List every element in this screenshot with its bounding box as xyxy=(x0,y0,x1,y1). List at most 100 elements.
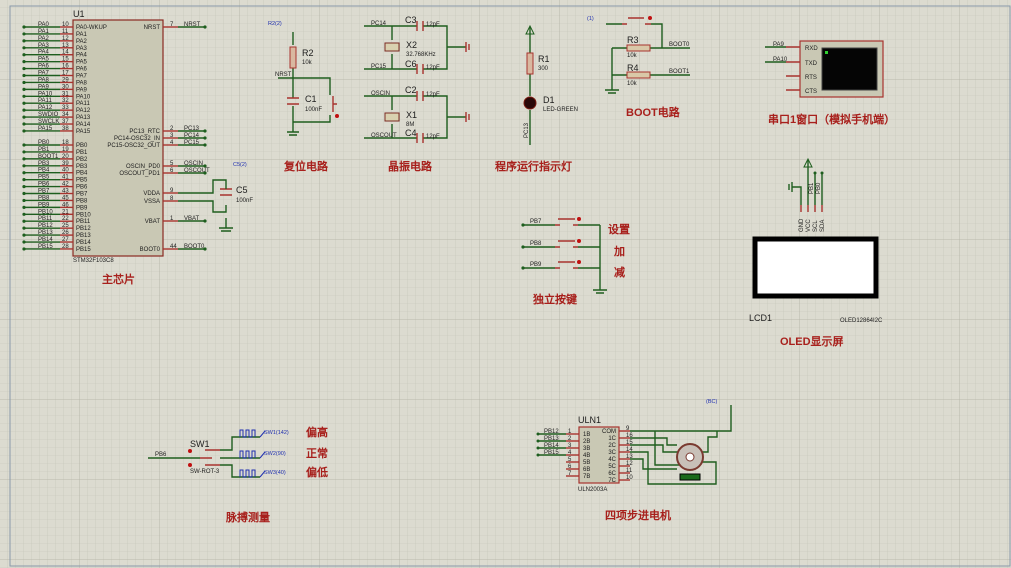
pin-number: 20 xyxy=(62,154,69,160)
lcd1-ref: LCD1 xyxy=(749,313,772,323)
pin-terminal[interactable] xyxy=(22,122,26,126)
pin-terminal[interactable] xyxy=(22,94,26,98)
oscin-net: OSCIN xyxy=(371,91,390,97)
pin-terminal[interactable] xyxy=(22,66,26,71)
pin-terminal[interactable] xyxy=(22,60,26,64)
pulse-level-label: 正常 xyxy=(306,446,328,460)
pin-terminal[interactable] xyxy=(22,32,26,36)
pin-terminal[interactable] xyxy=(22,198,26,203)
pin-terminal[interactable] xyxy=(22,115,26,119)
pc14-net: PC14 xyxy=(371,21,387,27)
pin-name: 6C xyxy=(608,471,616,477)
net-label: PA15 xyxy=(38,126,53,132)
pin-name: PA3 xyxy=(76,46,88,52)
pin-terminal[interactable] xyxy=(22,164,26,168)
pin-number: 16 xyxy=(62,64,69,70)
pin-name: PC15-OSC32_OUT xyxy=(107,143,160,149)
pin-terminal[interactable] xyxy=(22,247,26,251)
c4-ref: C4 xyxy=(405,128,417,138)
pin-name: 2B xyxy=(583,439,590,445)
pin-terminal[interactable] xyxy=(22,101,26,105)
pin-terminal[interactable] xyxy=(22,143,26,147)
net-label: PB3 xyxy=(38,161,50,167)
pin-name: 1B xyxy=(583,432,590,438)
pin-terminal[interactable] xyxy=(22,226,26,230)
pin-name: PB0 xyxy=(76,143,88,149)
rxd-pin: RXD xyxy=(805,46,818,52)
pin-number: 21 xyxy=(62,209,69,215)
pin-number: 22 xyxy=(62,216,69,222)
net-label: PB10 xyxy=(38,209,53,215)
title-keys: 独立按键 xyxy=(532,292,578,306)
pin-number: 14 xyxy=(62,50,69,56)
key-net: PB7 xyxy=(530,219,542,225)
r1-value: 300 xyxy=(538,66,549,72)
chip-part: STM32F103C8 xyxy=(73,258,114,264)
pin-terminal[interactable] xyxy=(22,39,26,43)
pin-terminal[interactable] xyxy=(203,129,207,133)
key-terminal xyxy=(521,223,525,227)
pin-terminal[interactable] xyxy=(22,212,26,216)
pin-number: 31 xyxy=(62,91,69,97)
net-label: PB11 xyxy=(38,216,53,222)
pin-terminal[interactable] xyxy=(22,219,26,223)
pin-terminal[interactable] xyxy=(22,129,26,133)
schematic-canvas[interactable]: U1 STM32F103C8 PA0 10 PA0-WKUPPA1 11 PA1PA2 1… xyxy=(0,0,1011,568)
pa9-net: PA9 xyxy=(773,42,785,48)
net-label: PA8 xyxy=(38,77,50,83)
pin-name: PB8 xyxy=(76,198,88,204)
net-label: SWCLK xyxy=(38,119,59,125)
pin-name: PA1 xyxy=(76,32,88,38)
pin-name: PC14-OSC32_IN xyxy=(114,136,160,142)
key-indicator xyxy=(577,239,581,243)
pin-number: 42 xyxy=(62,182,69,188)
pin-terminal[interactable] xyxy=(22,171,26,175)
pin-terminal[interactable] xyxy=(22,53,26,57)
chip-ref: U1 xyxy=(73,9,85,19)
net-label: PB0 xyxy=(38,140,50,146)
pin-terminal[interactable] xyxy=(22,25,26,29)
pin-terminal xyxy=(536,453,540,457)
pin-terminal[interactable] xyxy=(22,46,26,50)
pin-terminal[interactable] xyxy=(22,87,26,91)
pin-terminal[interactable] xyxy=(203,143,207,147)
pin-terminal[interactable] xyxy=(22,108,26,112)
pin-terminal[interactable] xyxy=(22,150,26,154)
pin-terminal[interactable] xyxy=(22,157,26,161)
title-led: 程序运行指示灯 xyxy=(495,159,572,173)
pin-terminal[interactable] xyxy=(22,205,26,209)
net-label: SWDIO xyxy=(38,112,59,118)
pin-terminal[interactable] xyxy=(203,219,207,223)
c6-ref: C6 xyxy=(405,59,417,69)
pin-name: PA2 xyxy=(76,39,88,45)
c6-value: 12pF xyxy=(426,65,440,71)
pin-terminal xyxy=(536,446,540,450)
net-label: PB15 xyxy=(38,244,53,250)
pin-terminal[interactable] xyxy=(22,73,26,78)
pin-number: 12 xyxy=(626,461,633,467)
boot-probe: (1) xyxy=(587,16,594,22)
c3-ref: C3 xyxy=(405,15,417,25)
pin-number: 11 xyxy=(626,468,633,474)
pc15-net: PC15 xyxy=(371,64,387,70)
pin-terminal[interactable] xyxy=(22,184,26,189)
pin-terminal xyxy=(536,432,540,436)
pin-number: 17 xyxy=(62,71,69,77)
r3-ref: R3 xyxy=(627,35,639,45)
pin-name: BOOT0 xyxy=(140,247,161,253)
pin-number: 39 xyxy=(62,161,69,167)
pin-terminal[interactable] xyxy=(22,240,26,244)
pin-terminal[interactable] xyxy=(22,80,26,85)
pin-name: COM xyxy=(602,429,616,435)
c2-value: 12pF xyxy=(426,92,440,98)
c5-probe: C5(2) xyxy=(233,162,247,168)
title-reset: 复位电路 xyxy=(283,159,329,173)
pin-terminal[interactable] xyxy=(22,178,26,182)
pin-name: PB15 xyxy=(76,247,91,253)
pin-terminal[interactable] xyxy=(22,191,26,196)
net-label: PA6 xyxy=(38,64,50,70)
pin-terminal[interactable] xyxy=(203,136,207,140)
pin-terminal[interactable] xyxy=(203,25,207,29)
pin-name: PB7 xyxy=(76,192,88,198)
pin-terminal[interactable] xyxy=(22,233,26,237)
